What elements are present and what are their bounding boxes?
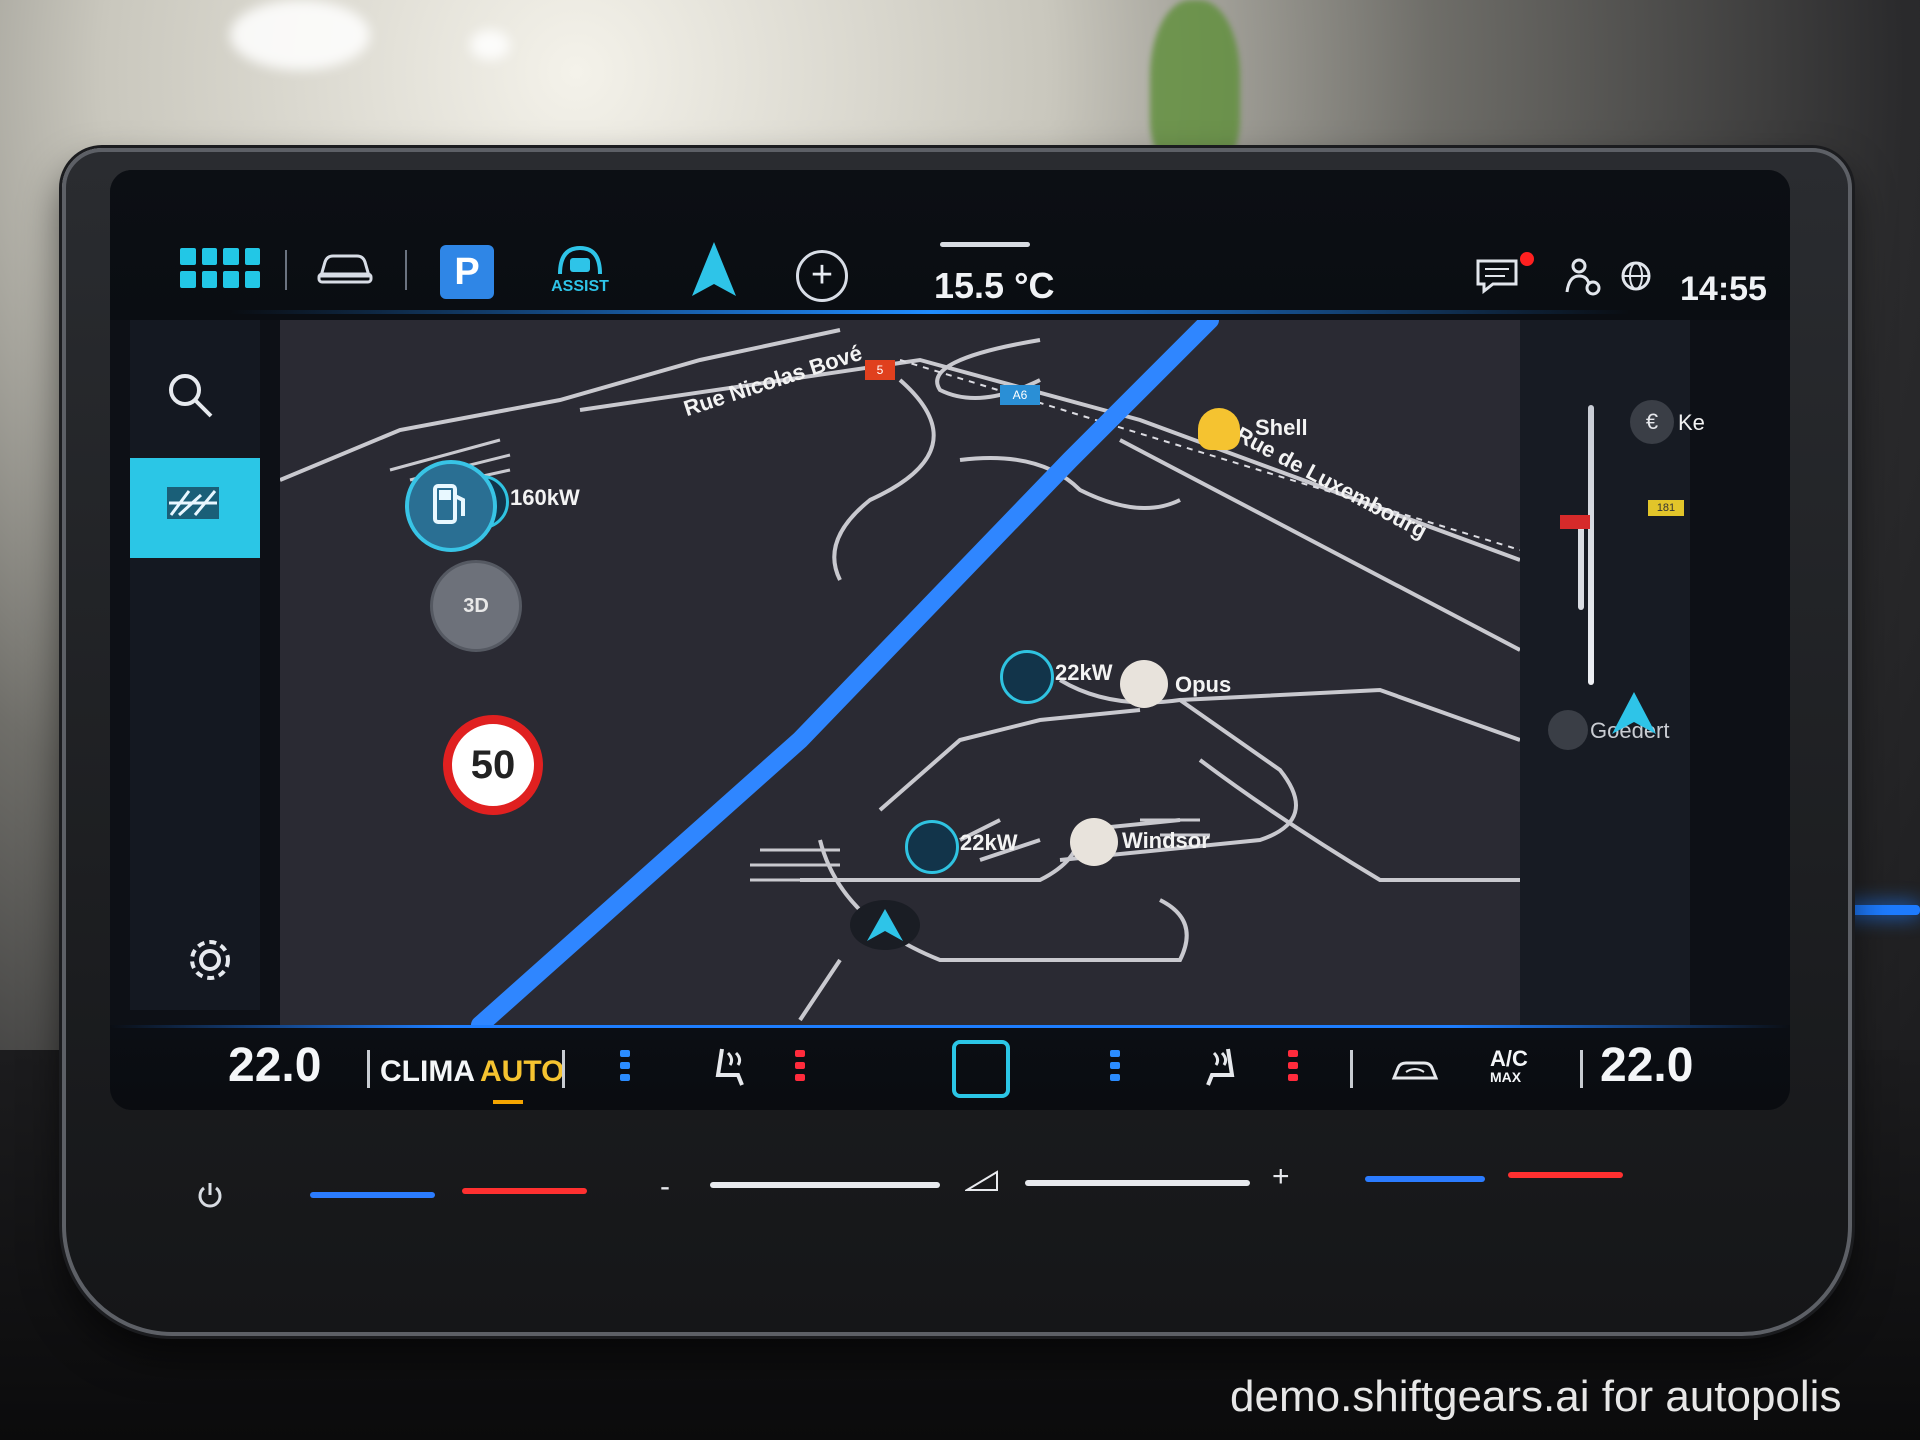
speed-limit-sign: 50 — [443, 715, 543, 815]
driver-seat-cooling-level[interactable] — [620, 1050, 630, 1090]
driver-temperature[interactable]: 22.0 — [228, 1038, 321, 1093]
passenger-temperature[interactable]: 22.0 — [1600, 1038, 1693, 1093]
divider — [562, 1050, 565, 1088]
ac-label: A/C — [1490, 1046, 1528, 1071]
auto-indicator — [493, 1100, 523, 1104]
poi-label: Opus — [1175, 672, 1232, 697]
add-icon[interactable]: + — [796, 250, 848, 302]
route-segment-line — [1578, 525, 1584, 610]
route-position-arrow-icon — [1612, 692, 1656, 734]
defrost-button[interactable] — [952, 1040, 1010, 1098]
fuel-pump-icon — [433, 484, 465, 524]
poi-label: Windsor — [1122, 828, 1210, 853]
volume-slider-left[interactable] — [710, 1182, 940, 1188]
service-icon[interactable] — [1548, 710, 1588, 750]
passenger-temp-warm-slider[interactable] — [1508, 1172, 1623, 1178]
infotainment-screen: P ASSIST + 15.5 °C 14:55 Rue Nicolas Bov… — [110, 170, 1790, 1110]
driver-temp-warm-slider[interactable] — [462, 1188, 587, 1194]
climate-bar — [110, 1025, 1790, 1110]
divider — [367, 1050, 370, 1088]
divider — [285, 250, 287, 290]
left-sidebar — [130, 320, 260, 1010]
traffic-marker — [1560, 515, 1590, 529]
climate-bar-glow — [110, 1025, 1790, 1028]
recirculation-icon[interactable] — [1390, 1058, 1440, 1084]
passenger-seat-heating-level[interactable] — [1288, 1050, 1298, 1090]
charging-station-icon[interactable] — [1000, 650, 1054, 704]
navigation-map[interactable]: Rue Nicolas Bové Rue de Luxembourg 5 A6 … — [280, 320, 1520, 1025]
divider — [1580, 1050, 1583, 1088]
globe-icon[interactable] — [1620, 260, 1652, 292]
poi-label: Ke — [1678, 410, 1705, 435]
top-bar-glow — [230, 310, 1630, 314]
passenger-temp-cool-slider[interactable] — [1365, 1176, 1485, 1182]
parking-icon[interactable]: P — [440, 245, 494, 299]
message-icon[interactable] — [1475, 258, 1519, 294]
seat-ventilation-icon[interactable] — [1198, 1045, 1242, 1093]
volume-plus[interactable]: + — [1272, 1160, 1290, 1194]
road-badge: 5 — [865, 360, 895, 380]
clima-button[interactable]: CLIMA — [380, 1055, 475, 1089]
person-location-icon[interactable] — [1565, 258, 1601, 298]
car-icon[interactable] — [315, 248, 375, 288]
notification-dot — [1520, 252, 1534, 266]
driver-seat-heating-level[interactable] — [795, 1050, 805, 1090]
poi-label: 22kW — [1055, 660, 1113, 685]
poi-label: 22kW — [960, 830, 1018, 855]
poi-label: Shell — [1255, 415, 1308, 440]
divider — [1350, 1050, 1353, 1088]
shell-icon[interactable] — [1198, 408, 1240, 450]
navigation-arrow-icon[interactable] — [690, 240, 738, 298]
vehicle-arrow-icon — [867, 909, 903, 941]
road-badge: 181 — [1648, 500, 1684, 516]
volume-slider-right[interactable] — [1025, 1180, 1250, 1186]
divider — [405, 250, 407, 290]
passenger-seat-cooling-level[interactable] — [1110, 1050, 1120, 1090]
search-icon[interactable] — [165, 370, 215, 420]
driver-temp-cool-slider[interactable] — [310, 1192, 435, 1198]
outside-temperature: 15.5 °C — [934, 265, 1055, 306]
seat-ventilation-icon[interactable] — [708, 1045, 752, 1093]
gear-icon[interactable] — [185, 935, 235, 985]
ceiling-light — [470, 30, 510, 60]
volume-minus[interactable]: - — [660, 1170, 670, 1204]
route-progress-panel: € Ke Goedert — [1520, 320, 1705, 1025]
restaurant-icon[interactable] — [1070, 818, 1118, 866]
view-3d-button[interactable]: 3D — [430, 560, 522, 652]
drag-handle[interactable] — [940, 242, 1030, 247]
clock: 14:55 — [1680, 270, 1767, 308]
restaurant-icon[interactable] — [1120, 660, 1168, 708]
top-bar: P ASSIST + 15.5 °C 14:55 — [110, 170, 1790, 320]
assist-label: ASSIST — [551, 278, 609, 295]
poi-label: 160kW — [510, 485, 580, 510]
route-progress-line — [1588, 405, 1594, 685]
fuel-search-button[interactable] — [405, 460, 497, 552]
vehicle-position — [850, 900, 920, 950]
toll-icon[interactable]: € — [1630, 400, 1674, 444]
power-icon[interactable] — [195, 1180, 225, 1210]
map-view-icon — [167, 487, 219, 519]
auto-button[interactable]: AUTO — [480, 1055, 564, 1089]
assist-icon[interactable]: ASSIST — [550, 240, 610, 300]
ceiling-light — [230, 0, 370, 70]
watermark: demo.shiftgears.ai for autopolis — [1230, 1372, 1842, 1421]
background-plant — [1150, 0, 1240, 170]
volume-icon — [965, 1170, 998, 1191]
apps-grid-icon[interactable] — [180, 248, 260, 288]
map-mode-button[interactable] — [130, 458, 260, 558]
ac-max-button[interactable]: A/C MAX — [1490, 1046, 1528, 1086]
charging-station-icon[interactable] — [905, 820, 959, 874]
road-badge: A6 — [1000, 385, 1040, 405]
